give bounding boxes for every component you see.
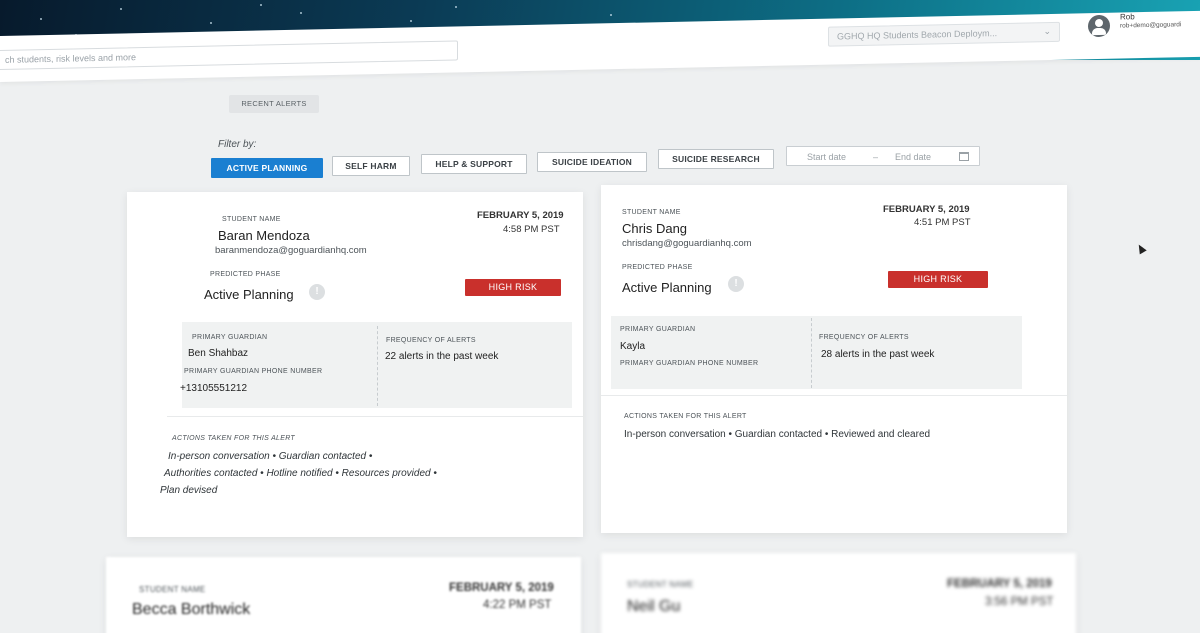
date-range-picker[interactable]: Start date – End date xyxy=(786,146,980,166)
section-divider xyxy=(377,326,378,406)
calendar-icon[interactable] xyxy=(959,152,969,161)
chevron-down-icon: ⌄ xyxy=(1043,25,1051,37)
alert-card[interactable]: STUDENT NAME Becca Borthwick FEBRUARY 5,… xyxy=(106,557,581,633)
alert-date: FEBRUARY 5, 2019 xyxy=(883,204,970,215)
actions-label: ACTIONS TAKEN FOR THIS ALERT xyxy=(172,435,296,442)
actions-line: Plan devised xyxy=(160,485,218,496)
student-email: chrisdang@goguardianhq.com xyxy=(622,238,752,249)
info-icon[interactable]: ! xyxy=(309,284,325,300)
actions-line: In-person conversation • Guardian contac… xyxy=(624,429,931,440)
end-date-field[interactable]: End date xyxy=(895,152,931,162)
deployment-select-value: GGHQ HQ Students Beacon Deploym... xyxy=(837,28,998,42)
alert-time: 3:56 PM PST xyxy=(985,596,1054,608)
start-date-field[interactable]: Start date xyxy=(807,152,846,162)
student-name: Becca Borthwick xyxy=(132,601,251,618)
alert-time: 4:58 PM PST xyxy=(503,224,560,235)
student-name-label: STUDENT NAME xyxy=(139,585,206,594)
student-name: Chris Dang xyxy=(622,221,688,236)
alert-date: FEBRUARY 5, 2019 xyxy=(477,210,564,221)
student-name-label: STUDENT NAME xyxy=(622,209,681,216)
primary-guardian-label: PRIMARY GUARDIAN xyxy=(620,326,696,333)
risk-badge: HIGH RISK xyxy=(465,279,561,296)
student-name: Neil Gu xyxy=(627,598,681,615)
tab-recent-alerts[interactable]: RECENT ALERTS xyxy=(229,95,319,113)
student-name: Baran Mendoza xyxy=(218,228,310,243)
filter-chip-help-support[interactable]: HELP & SUPPORT xyxy=(421,154,527,174)
user-name: Rob xyxy=(1120,12,1135,22)
deployment-select[interactable]: GGHQ HQ Students Beacon Deploym... ⌄ xyxy=(828,21,1060,47)
guardian-phone-label: PRIMARY GUARDIAN PHONE NUMBER xyxy=(620,360,759,367)
date-separator: – xyxy=(873,152,879,162)
alert-date: FEBRUARY 5, 2019 xyxy=(449,582,554,594)
mouse-cursor-icon xyxy=(1135,242,1147,255)
primary-guardian-name: Kayla xyxy=(620,341,646,352)
predicted-phase: Active Planning xyxy=(622,280,712,295)
predicted-phase: Active Planning xyxy=(204,287,294,302)
alert-time: 4:51 PM PST xyxy=(914,217,971,228)
risk-badge: HIGH RISK xyxy=(888,271,988,288)
actions-line: In-person conversation • Guardian contac… xyxy=(168,451,373,462)
guardian-section: PRIMARY GUARDIAN Ben Shahbaz PRIMARY GUA… xyxy=(180,322,572,408)
avatar[interactable] xyxy=(1088,14,1110,38)
frequency-label: FREQUENCY OF ALERTS xyxy=(819,334,909,341)
guardian-phone-label: PRIMARY GUARDIAN PHONE NUMBER xyxy=(184,368,323,375)
actions-label: ACTIONS TAKEN FOR THIS ALERT xyxy=(624,413,747,420)
alert-card[interactable]: STUDENT NAME Baran Mendoza baranmendoza@… xyxy=(127,192,583,537)
user-email: rob+demo@goguardi xyxy=(1120,21,1182,30)
guardian-section: PRIMARY GUARDIAN Kayla PRIMARY GUARDIAN … xyxy=(611,316,1022,389)
primary-guardian-name: Ben Shahbaz xyxy=(188,348,249,359)
student-name-label: STUDENT NAME xyxy=(627,580,694,589)
filter-chip-suicide-research[interactable]: SUICIDE RESEARCH xyxy=(658,149,774,169)
alert-time: 4:22 PM PST xyxy=(483,599,552,611)
filter-chip-active-planning[interactable]: ACTIVE PLANNING xyxy=(211,158,323,178)
alert-date: FEBRUARY 5, 2019 xyxy=(947,578,1052,590)
predicted-phase-label: PREDICTED PHASE xyxy=(210,271,281,278)
info-icon[interactable]: ! xyxy=(728,276,744,292)
primary-guardian-label: PRIMARY GUARDIAN xyxy=(192,334,268,341)
frequency-label: FREQUENCY OF ALERTS xyxy=(386,337,476,344)
divider xyxy=(167,416,583,417)
student-name-label: STUDENT NAME xyxy=(222,216,281,223)
filter-label: Filter by: xyxy=(218,139,257,150)
alert-card[interactable]: STUDENT NAME Chris Dang chrisdang@goguar… xyxy=(601,185,1067,533)
section-divider xyxy=(811,318,812,388)
divider xyxy=(601,395,1067,396)
frequency-value: 28 alerts in the past week xyxy=(821,349,935,360)
filter-chip-self-harm[interactable]: SELF HARM xyxy=(332,156,410,176)
student-email: baranmendoza@goguardianhq.com xyxy=(215,245,367,256)
predicted-phase-label: PREDICTED PHASE xyxy=(622,264,693,271)
alert-card[interactable]: STUDENT NAME Neil Gu FEBRUARY 5, 2019 3:… xyxy=(601,553,1076,633)
frequency-value: 22 alerts in the past week xyxy=(385,351,499,362)
actions-line: Authorities contacted • Hotline notified… xyxy=(164,468,437,479)
filter-chip-suicide-ideation[interactable]: SUICIDE IDEATION xyxy=(537,152,647,172)
guardian-phone: +13105551212 xyxy=(180,383,248,394)
search-input[interactable]: ch students, risk levels and more xyxy=(0,40,458,71)
